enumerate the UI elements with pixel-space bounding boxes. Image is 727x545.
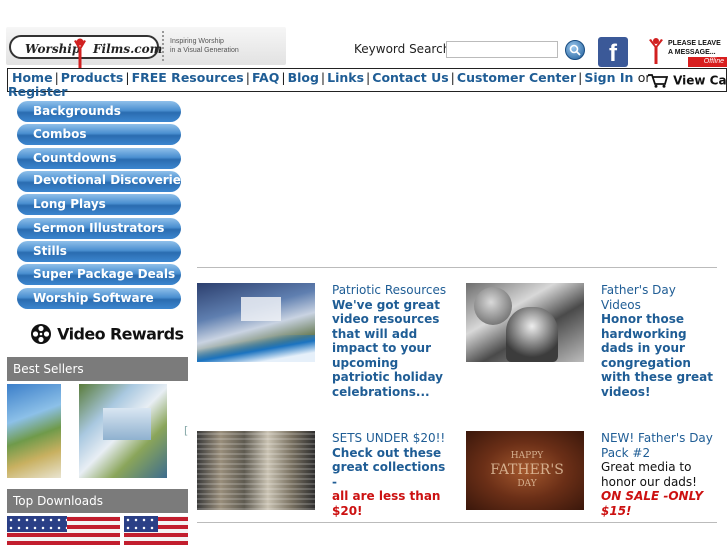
product-thumbnail (124, 516, 158, 532)
divider (197, 522, 717, 523)
fathers-day-pack-feature: NEW! Father's Day Pack #2 Great media to… (601, 431, 717, 518)
keyword-search-input[interactable] (446, 41, 558, 58)
carousel-arrow-icon[interactable]: [ (184, 424, 188, 437)
category-super-package-deals[interactable]: Super Package Deals (17, 264, 181, 285)
top-downloads-heading: Top Downloads (7, 489, 188, 513)
logo-divider (162, 31, 164, 61)
nav-faq[interactable]: FAQ (252, 70, 279, 85)
tagline: Inspiring Worship in a Visual Generation (170, 37, 239, 55)
leave-message-line-2: A MESSAGE... (668, 49, 716, 56)
nav-blog[interactable]: Blog (288, 70, 319, 85)
nav-sign-in[interactable]: Sign In (584, 70, 633, 85)
category-worship-software[interactable]: Worship Software (17, 288, 181, 309)
patriotic-resources-image[interactable] (197, 283, 315, 362)
fathers-day-videos-desc: Honor those hardworking dads in your con… (601, 312, 714, 399)
main-nav: Home | Products | FREE Resources | FAQ | Blog | Li… (7, 68, 727, 92)
chat-status-badge: Offline (688, 57, 727, 67)
fathers-day-image-text: HAPPY FATHER'S DAY (482, 449, 572, 491)
facebook-icon[interactable]: f (598, 37, 628, 67)
fathers-day-pack-link[interactable]: NEW! Father's Day Pack #2 (601, 431, 717, 460)
view-cart-label: View Cart (673, 73, 727, 88)
search-button[interactable] (565, 40, 585, 60)
keyword-search-label: Keyword Search (354, 42, 451, 56)
nav-separator: | (54, 70, 59, 85)
site-header: Worship Films.com Inspiring Worship in a… (0, 27, 727, 69)
category-backgrounds[interactable]: Backgrounds (17, 101, 181, 122)
fathers-day-pack-desc: Great media to honor our dads! (601, 460, 697, 489)
product-thumbnail (7, 516, 67, 532)
portrait-graphic (506, 307, 558, 362)
category-sermon-illustrators[interactable]: Sermon Illustrators (17, 218, 181, 239)
category-countdowns[interactable]: Countdowns (17, 148, 181, 169)
sets-under-20-image[interactable] (197, 431, 315, 510)
nav-separator: | (320, 70, 326, 85)
logo-text-right: Films.com (93, 42, 163, 56)
nav-products[interactable]: Products (61, 70, 124, 85)
product-thumbnail (7, 384, 61, 478)
nav-separator: | (578, 70, 583, 85)
best-sellers-heading: Best Sellers (7, 357, 188, 381)
cart-icon (648, 73, 668, 88)
nav-links-page[interactable]: Links (327, 70, 364, 85)
logo-text-left: Worship (25, 42, 81, 56)
film-reel-icon (31, 324, 51, 344)
fathers-day-videos-image[interactable] (466, 283, 584, 362)
video-rewards-label: Video Rewards (57, 324, 184, 344)
nav-register[interactable]: Register (8, 84, 67, 99)
nav-separator: | (245, 70, 250, 85)
image-caption: DAY (517, 479, 537, 489)
sets-under-20-price-note: all are less than $20! (332, 489, 441, 518)
nav-separator: | (125, 70, 130, 85)
leave-message-text: PLEASE LEAVE A MESSAGE... (668, 39, 721, 57)
flag-graphic (197, 335, 315, 362)
category-stills[interactable]: Stills (17, 241, 181, 262)
image-caption: HAPPY (510, 451, 544, 461)
coins-graphic (197, 431, 315, 510)
nav-links: Home | Products | FREE Resources | FAQ | Blog | Li… (12, 70, 651, 85)
nav-home[interactable]: Home (12, 70, 53, 85)
nav-separator: | (281, 70, 286, 85)
figure-icon (74, 38, 86, 69)
figure-icon (649, 38, 663, 64)
best-sellers-image[interactable] (7, 384, 188, 478)
leave-message-line-1: PLEASE LEAVE (668, 40, 721, 47)
tagline-line-2: in a Visual Generation (170, 47, 239, 54)
sets-under-20-feature: SETS UNDER $20!! Check out these great c… (332, 431, 448, 518)
sets-under-20-link[interactable]: SETS UNDER $20!! (332, 431, 448, 446)
video-rewards-link[interactable]: Video Rewards (30, 323, 184, 347)
logo-badge: Worship Films.com (9, 35, 163, 69)
fathers-day-videos-link[interactable]: Father's Day Videos (601, 283, 717, 312)
tagline-line-1: Inspiring Worship (170, 38, 224, 45)
patriotic-resources-feature: Patriotic Resources We've got great vide… (332, 283, 448, 399)
patriotic-resources-desc: We've got great video resources that wil… (332, 297, 443, 399)
image-caption: FATHER'S (490, 462, 564, 478)
patriotic-resources-link[interactable]: Patriotic Resources (332, 283, 448, 298)
top-downloads-image[interactable] (7, 516, 188, 545)
view-cart-link[interactable]: View Cart (648, 70, 727, 88)
divider (197, 267, 717, 268)
portrait-graphic (474, 287, 512, 325)
site-logo[interactable]: Worship Films.com Inspiring Worship in a… (6, 27, 286, 69)
fathers-day-pack-image[interactable]: HAPPY FATHER'S DAY (466, 431, 584, 510)
category-long-plays[interactable]: Long Plays (17, 194, 181, 215)
sets-under-20-desc: Check out these great collections - (332, 445, 446, 489)
nav-separator: | (450, 70, 455, 85)
leave-message-button[interactable]: PLEASE LEAVE A MESSAGE... Offline (644, 37, 727, 67)
fathers-day-pack-sale: ON SALE -ONLY $15! (601, 489, 704, 518)
fathers-day-videos-feature: Father's Day Videos Honor those hardwork… (601, 283, 717, 399)
category-devotional-discoveries[interactable]: Devotional Discoveries (17, 171, 181, 192)
nav-contact-us[interactable]: Contact Us (372, 70, 448, 85)
nav-customer-center[interactable]: Customer Center (457, 70, 576, 85)
white-house-graphic (241, 297, 281, 321)
nav-free-resources[interactable]: FREE Resources (132, 70, 244, 85)
category-combos[interactable]: Combos (17, 124, 181, 145)
product-thumbnail (103, 408, 151, 440)
nav-separator: | (366, 70, 371, 85)
search-icon (569, 44, 581, 56)
